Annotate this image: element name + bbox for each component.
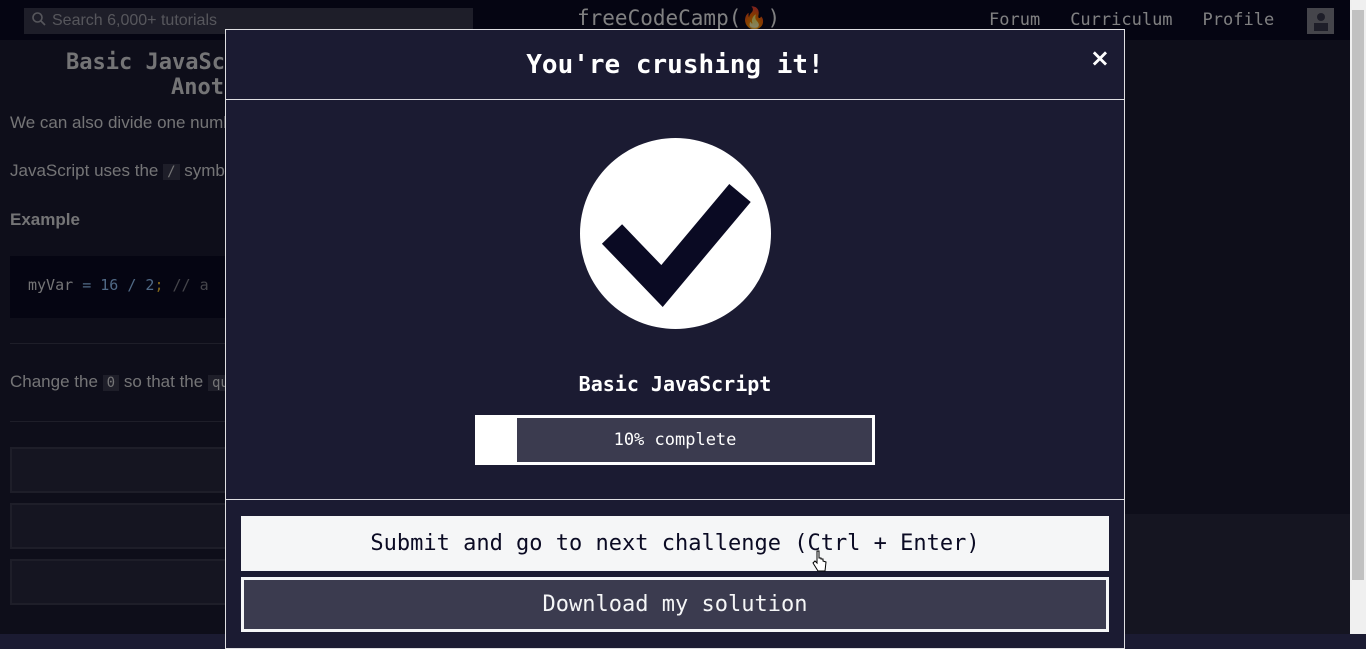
scrollbar-thumb[interactable] xyxy=(1352,10,1364,580)
certification-title: Basic JavaScript xyxy=(578,372,772,396)
download-solution-button[interactable]: Download my solution xyxy=(241,577,1109,632)
submit-next-challenge-button[interactable]: Submit and go to next challenge (Ctrl + … xyxy=(241,516,1109,571)
progress-text: 10% complete xyxy=(613,430,737,450)
progress-bar: 10% complete xyxy=(475,415,875,465)
success-check-icon xyxy=(580,138,771,329)
modal-header: You're crushing it! × xyxy=(226,30,1124,100)
modal-title: You're crushing it! xyxy=(526,49,824,80)
hand-cursor-icon xyxy=(812,550,828,579)
modal-body: Basic JavaScript 10% complete xyxy=(226,100,1124,500)
close-button[interactable]: × xyxy=(1090,44,1110,72)
completion-modal: You're crushing it! × Basic JavaScript 1… xyxy=(225,29,1125,649)
